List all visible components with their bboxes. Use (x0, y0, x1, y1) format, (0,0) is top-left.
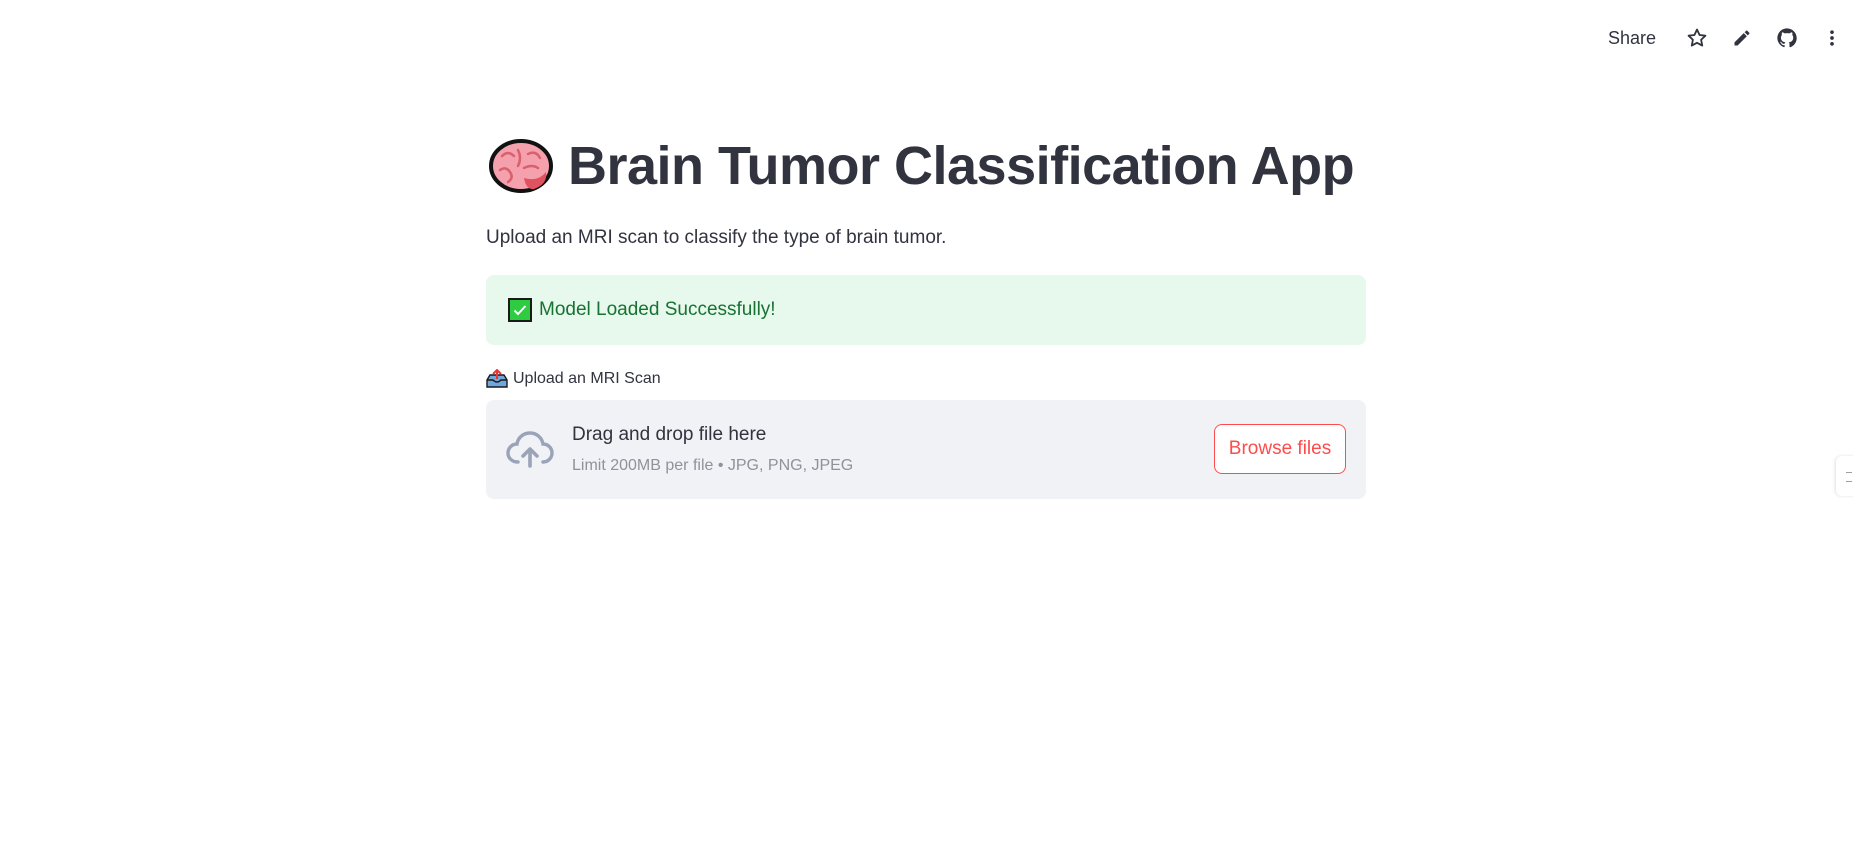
share-button[interactable]: Share (1598, 28, 1674, 49)
success-alert: Model Loaded Successfully! (486, 275, 1366, 345)
app-toolbar: Share (1598, 18, 1854, 58)
grip-icon (1846, 472, 1852, 482)
file-dropzone[interactable]: Drag and drop file here Limit 200MB per … (486, 400, 1366, 499)
app-title: Brain Tumor Classification App (568, 136, 1355, 196)
file-limit-text: Limit 200MB per file • JPG, PNG, JPEG (572, 457, 854, 474)
browse-files-button[interactable]: Browse files (1214, 424, 1346, 474)
sidebar-handle[interactable] (1836, 456, 1854, 496)
alert-text: Model Loaded Successfully! (539, 299, 776, 320)
more-vertical-icon[interactable] (1809, 18, 1854, 58)
cloud-upload-icon (506, 431, 554, 468)
page-title: Brain Tumor Classification App (488, 135, 1355, 197)
page-subtitle: Upload an MRI scan to classify the type … (486, 227, 947, 248)
star-icon[interactable] (1674, 18, 1719, 58)
github-icon[interactable] (1764, 18, 1809, 58)
check-mark-button-icon (508, 298, 532, 322)
dropzone-instructions: Drag and drop file here (572, 424, 767, 445)
uploader-label: Upload an MRI Scan (486, 369, 661, 389)
outbox-tray-icon (486, 369, 508, 388)
brain-icon (489, 139, 553, 193)
pencil-icon[interactable] (1719, 18, 1764, 58)
uploader-label-text: Upload an MRI Scan (513, 370, 661, 387)
